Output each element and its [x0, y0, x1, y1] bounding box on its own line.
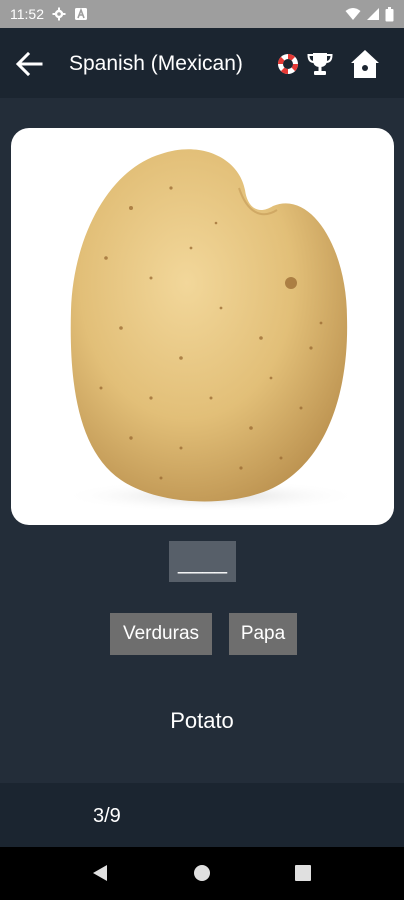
app-bar: Spanish (Mexican) — [0, 28, 404, 98]
option-button-papa[interactable]: Papa — [229, 613, 297, 655]
a-notification-icon — [74, 7, 88, 21]
status-left: 11:52 — [10, 6, 88, 22]
word-image-card — [11, 128, 394, 525]
footer-bar: 3/9 — [0, 783, 404, 847]
nav-recents-icon[interactable] — [295, 865, 311, 886]
answer-blank: ____ — [169, 541, 236, 582]
home-icon[interactable] — [349, 48, 381, 80]
signal-icon — [366, 7, 380, 21]
translation-text: Potato — [170, 708, 234, 733]
trophy-icon[interactable] — [306, 50, 334, 78]
battery-icon — [385, 6, 394, 22]
page-title: Spanish (Mexican) — [69, 52, 243, 75]
status-right — [345, 6, 394, 22]
gear-icon — [52, 7, 66, 21]
back-arrow-icon[interactable] — [14, 50, 44, 78]
status-bar: 11:52 — [0, 0, 404, 28]
nav-back-icon[interactable] — [91, 864, 109, 887]
option-button-verduras[interactable]: Verduras — [110, 613, 212, 655]
status-time: 11:52 — [10, 6, 44, 22]
nav-home-icon[interactable] — [193, 864, 211, 887]
system-nav-bar — [0, 847, 404, 900]
lifebuoy-icon[interactable] — [276, 52, 300, 76]
progress-counter: 3/9 — [93, 805, 121, 827]
potato-image — [61, 149, 361, 512]
wifi-icon — [345, 7, 361, 21]
